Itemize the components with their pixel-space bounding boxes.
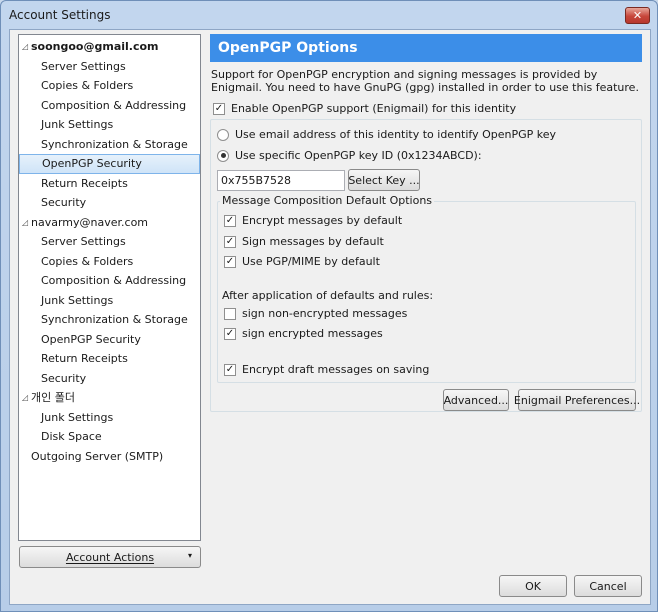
checkbox-label: Encrypt messages by default: [242, 214, 403, 227]
checkbox-label: Enable OpenPGP support (Enigmail) for th…: [231, 102, 517, 115]
tree-account-navarmy[interactable]: ◿ navarmy@naver.com: [19, 213, 200, 233]
tree-item-composition-addressing[interactable]: Composition & Addressing: [19, 96, 200, 116]
tree-item-label: Junk Settings: [41, 118, 114, 131]
sign-default-checkbox[interactable]: ✓ Sign messages by default: [224, 235, 384, 248]
key-id-input[interactable]: 0x755B7528: [217, 170, 345, 191]
tree-item-sync-storage[interactable]: Synchronization & Storage: [19, 135, 200, 155]
checkbox-label: Encrypt draft messages on saving: [242, 363, 430, 376]
account-tree[interactable]: ◿ soongoo@gmail.com Server Settings Copi…: [18, 34, 201, 541]
advanced-label: Advanced...: [443, 393, 509, 407]
close-icon[interactable]: ✕: [625, 7, 650, 24]
ok-button[interactable]: OK: [499, 575, 567, 597]
tree-item-label: OpenPGP Security: [42, 157, 142, 170]
encrypt-drafts-checkbox[interactable]: ✓ Encrypt draft messages on saving: [224, 363, 429, 376]
checkbox-label: Use PGP/MIME by default: [242, 255, 380, 268]
tree-item-server-settings[interactable]: Server Settings: [19, 232, 200, 252]
checkbox-checked-icon[interactable]: ✓: [224, 214, 236, 227]
tree-item-junk-settings[interactable]: Junk Settings: [19, 408, 200, 428]
checkbox-unchecked-icon[interactable]: [224, 307, 236, 320]
checkbox-checked-icon[interactable]: ✓: [224, 255, 236, 268]
encrypt-default-checkbox[interactable]: ✓ Encrypt messages by default: [224, 214, 402, 227]
tree-item-label: Return Receipts: [41, 352, 128, 365]
enigmail-preferences-label: Enigmail Preferences...: [513, 393, 641, 407]
tree-item-label: Synchronization & Storage: [41, 137, 188, 151]
expand-triangle-icon[interactable]: ◿: [22, 213, 28, 233]
pgpmime-default-checkbox[interactable]: ✓ Use PGP/MIME by default: [224, 255, 380, 268]
sign-encrypted-checkbox[interactable]: ✓ sign encrypted messages: [224, 327, 383, 340]
tree-item-label: Copies & Folders: [41, 79, 134, 92]
checkbox-label: sign non-encrypted messages: [242, 307, 408, 320]
tree-item-openpgp-security[interactable]: OpenPGP Security: [19, 330, 200, 350]
tree-account-label: soongoo@gmail.com: [31, 40, 159, 53]
tree-item-label: Junk Settings: [41, 410, 114, 424]
checkbox-label: sign encrypted messages: [242, 327, 383, 340]
use-email-radio[interactable]: Use email address of this identity to id…: [217, 128, 556, 141]
checkbox-checked-icon[interactable]: ✓: [224, 363, 236, 376]
select-key-button[interactable]: Select Key ...: [348, 169, 420, 191]
tree-item-label: Composition & Addressing: [41, 274, 187, 287]
tree-item-label: Composition & Addressing: [41, 98, 187, 112]
tree-item-label: Copies & Folders: [41, 254, 134, 268]
tree-item-label: Server Settings: [41, 235, 126, 248]
tree-item-return-receipts[interactable]: Return Receipts: [19, 349, 200, 369]
tree-local-folders[interactable]: ◿ 개인 폴더: [19, 388, 200, 408]
title-bar: Account Settings ✕: [1, 1, 657, 29]
ok-label: OK: [525, 579, 541, 593]
tree-item-security[interactable]: Security: [19, 193, 200, 213]
openpgp-description: Support for OpenPGP encryption and signi…: [211, 68, 639, 94]
tree-item-label: Disk Space: [41, 430, 102, 443]
radio-selected-icon[interactable]: [217, 149, 229, 162]
tree-item-disk-space[interactable]: Disk Space: [19, 427, 200, 447]
tree-item-copies-folders[interactable]: Copies & Folders: [19, 76, 200, 96]
tree-account-label: navarmy@naver.com: [31, 215, 149, 229]
cancel-label: Cancel: [589, 579, 627, 593]
tree-item-outgoing-server[interactable]: Outgoing Server (SMTP): [19, 447, 200, 467]
checkbox-label: Sign messages by default: [242, 235, 384, 248]
advanced-button[interactable]: Advanced...: [443, 389, 509, 411]
account-actions-button[interactable]: Account Actions ▾: [19, 546, 201, 568]
tree-item-label: Security: [41, 371, 87, 385]
tree-item-label: Server Settings: [41, 59, 126, 73]
after-rules-label: After application of defaults and rules:: [222, 289, 434, 302]
pane-header: OpenPGP Options: [210, 34, 642, 62]
tree-item-security[interactable]: Security: [19, 369, 200, 389]
account-actions-label: Account Actions: [65, 550, 155, 564]
dropdown-arrow-icon: ▾: [187, 551, 192, 560]
dialog-client-area: ◿ soongoo@gmail.com Server Settings Copi…: [9, 29, 651, 605]
tree-account-soongoo[interactable]: ◿ soongoo@gmail.com: [19, 37, 200, 57]
tree-item-label: OpenPGP Security: [41, 332, 141, 346]
tree-item-openpgp-security[interactable]: OpenPGP Security: [19, 154, 200, 174]
tree-item-copies-folders[interactable]: Copies & Folders: [19, 252, 200, 272]
expand-triangle-icon[interactable]: ◿: [22, 37, 28, 57]
radio-label: Use specific OpenPGP key ID (0x1234ABCD)…: [235, 149, 482, 162]
expand-triangle-icon[interactable]: ◿: [22, 388, 28, 408]
enable-openpgp-checkbox[interactable]: ✓ Enable OpenPGP support (Enigmail) for …: [213, 102, 516, 115]
account-settings-window: Account Settings ✕ ◿ soongoo@gmail.com S…: [0, 0, 658, 612]
tree-account-label: 개인 폴더: [31, 391, 75, 404]
checkbox-checked-icon[interactable]: ✓: [224, 235, 236, 248]
cancel-button[interactable]: Cancel: [574, 575, 642, 597]
tree-item-label: Synchronization & Storage: [41, 313, 188, 326]
use-key-id-radio[interactable]: Use specific OpenPGP key ID (0x1234ABCD)…: [217, 149, 482, 162]
window-title: Account Settings: [9, 8, 111, 22]
checkbox-checked-icon[interactable]: ✓: [224, 327, 236, 340]
tree-item-label: Return Receipts: [41, 176, 128, 190]
tree-item-label: Security: [41, 196, 87, 209]
tree-item-junk-settings[interactable]: Junk Settings: [19, 291, 200, 311]
tree-item-return-receipts[interactable]: Return Receipts: [19, 174, 200, 194]
tree-item-server-settings[interactable]: Server Settings: [19, 57, 200, 77]
checkbox-checked-icon[interactable]: ✓: [213, 102, 225, 115]
composition-legend: Message Composition Default Options: [220, 194, 435, 207]
tree-item-label: Outgoing Server (SMTP): [31, 449, 164, 463]
tree-item-sync-storage[interactable]: Synchronization & Storage: [19, 310, 200, 330]
tree-item-composition-addressing[interactable]: Composition & Addressing: [19, 271, 200, 291]
tree-item-label: Junk Settings: [41, 293, 114, 307]
select-key-label: Select Key ...: [348, 173, 420, 187]
tree-item-junk-settings[interactable]: Junk Settings: [19, 115, 200, 135]
radio-label: Use email address of this identity to id…: [235, 128, 557, 141]
enigmail-preferences-button[interactable]: Enigmail Preferences...: [514, 389, 640, 411]
radio-icon[interactable]: [217, 128, 229, 141]
sign-nonencrypted-checkbox[interactable]: sign non-encrypted messages: [224, 307, 407, 320]
